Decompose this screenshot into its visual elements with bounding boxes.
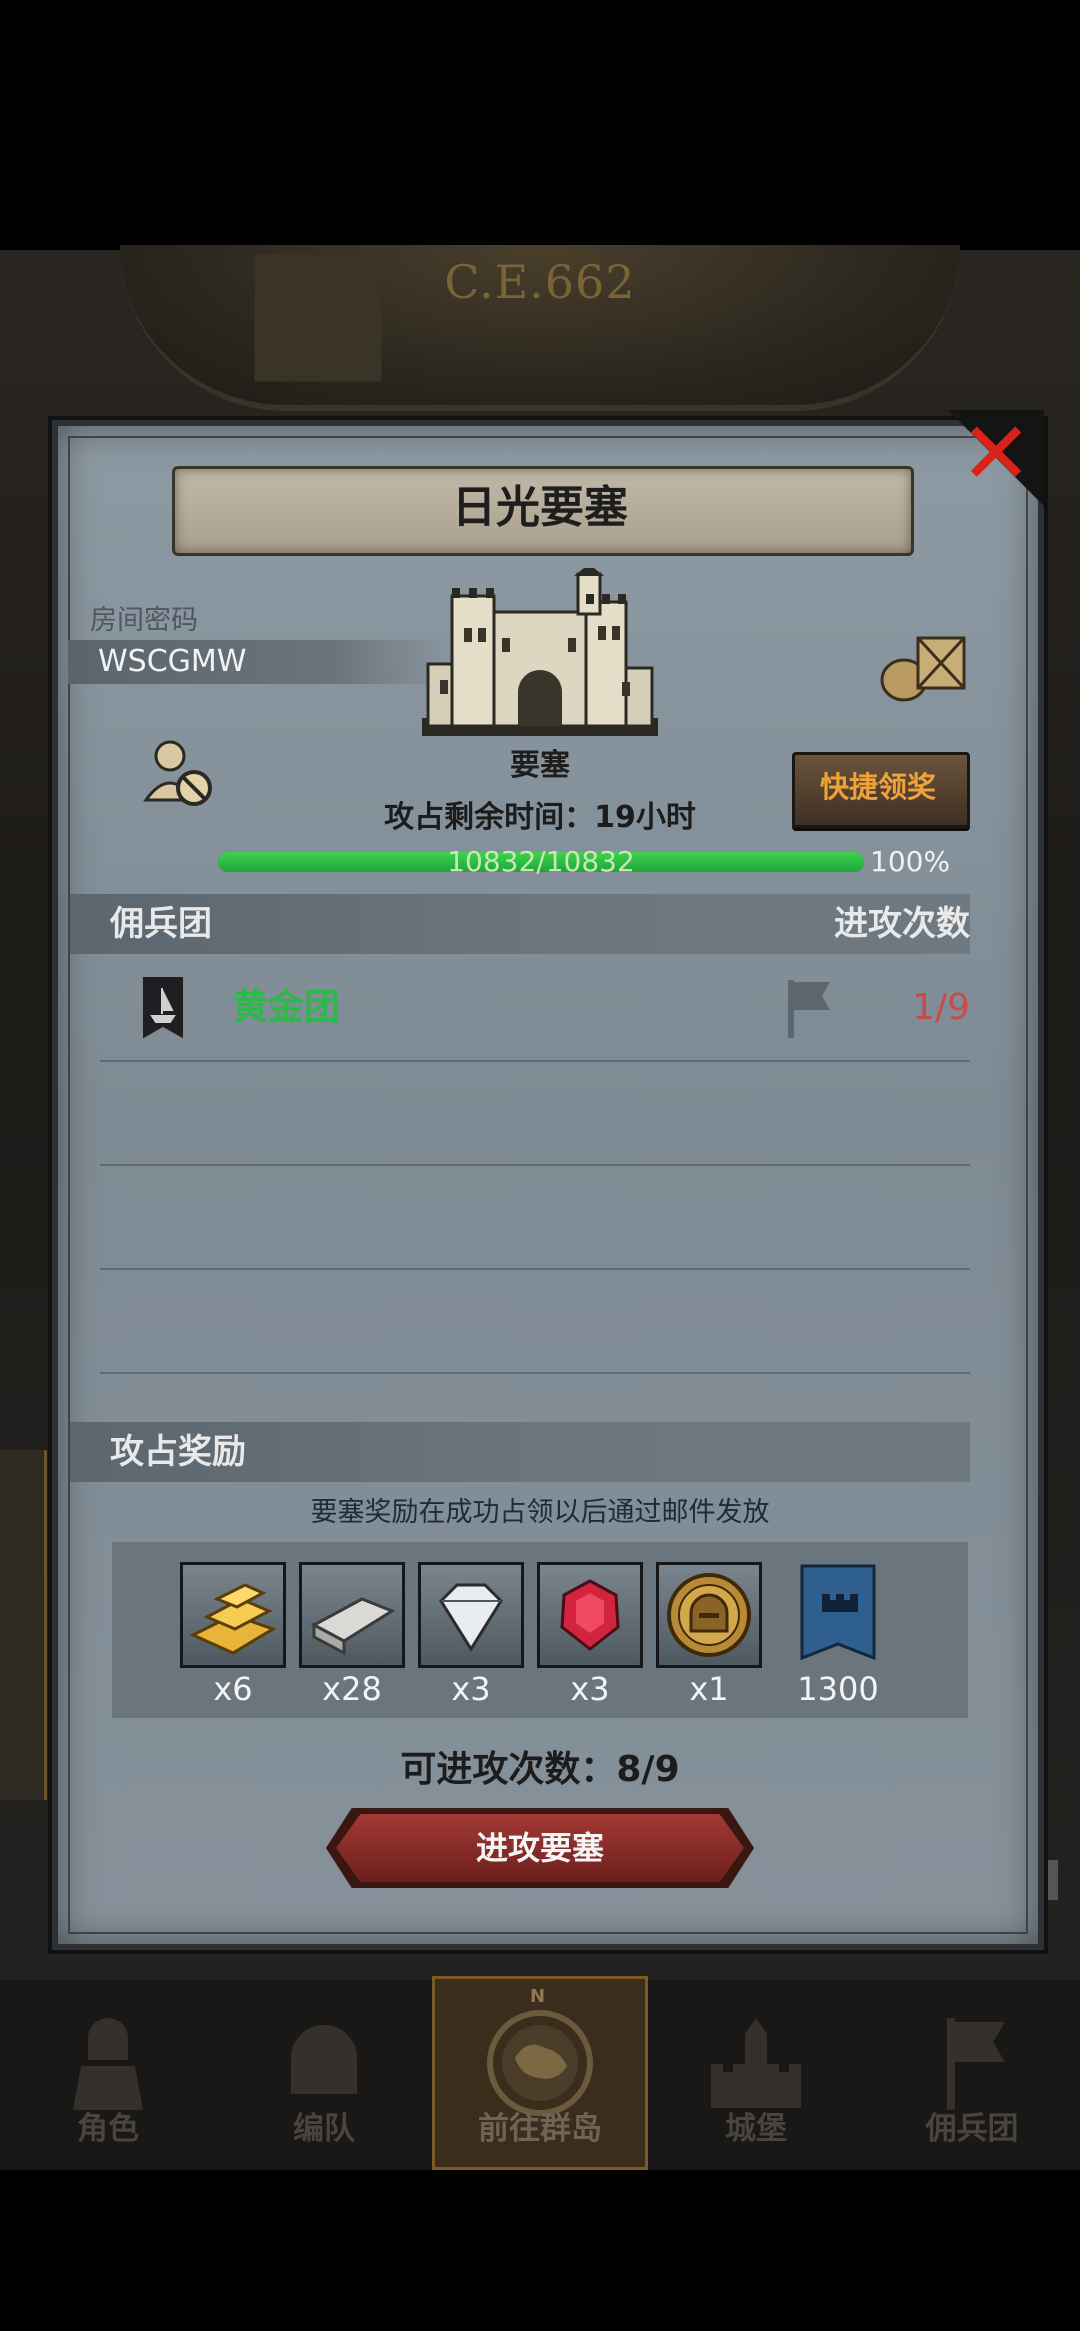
guild-banner-icon	[141, 975, 185, 1042]
room-code-label: 房间密码	[90, 605, 198, 636]
nav-item-castle[interactable]: 城堡	[648, 1980, 864, 2170]
helmet-icon	[291, 2025, 357, 2094]
row-divider	[100, 1372, 970, 1374]
nav-label: 城堡	[725, 2111, 787, 2147]
nav-label: 编队	[293, 2111, 355, 2147]
attacks-remaining: 可进攻次数：8/9	[400, 1749, 680, 1790]
diamond-icon	[439, 1583, 503, 1652]
nav-label: 角色	[77, 2111, 139, 2147]
reward-slot-medal[interactable]	[656, 1562, 762, 1668]
reward-qty: 1300	[797, 1670, 879, 1708]
castle-icon	[711, 2018, 801, 2108]
capture-progress-text: 10832/10832	[447, 845, 635, 878]
attack-count-header: 进攻次数	[834, 904, 970, 944]
row-divider	[100, 1268, 970, 1270]
knight-icon	[73, 2018, 143, 2110]
fortress-label: 要塞	[510, 748, 570, 783]
reward-slot-banner[interactable]	[778, 1562, 898, 1668]
nav-item-character[interactable]: 角色	[0, 1980, 216, 2170]
capture-progress-percent: 100%	[870, 845, 951, 878]
flag-icon	[788, 980, 830, 1038]
reward-qty: x6	[213, 1670, 253, 1708]
reward-qty: x3	[570, 1670, 610, 1708]
rewards-note: 要塞奖励在成功占领以后通过邮件发放	[310, 1497, 770, 1528]
row-divider	[100, 1060, 970, 1062]
nav-item-formation[interactable]: 编队	[216, 1980, 432, 2170]
row-divider	[100, 1164, 970, 1166]
nav-item-archipelago[interactable]: 前往群岛	[432, 1980, 648, 2170]
reward-slot-silver[interactable]	[299, 1562, 405, 1668]
attack-fortress-label[interactable]: 进攻要塞	[326, 1808, 754, 1888]
castle-banner-icon	[800, 1564, 876, 1661]
reward-qty: x28	[322, 1670, 382, 1708]
rewards-header: 攻占奖励	[110, 1432, 246, 1472]
room-code-value[interactable]: WSCGMW	[98, 640, 246, 684]
nav-label: 佣兵团	[925, 2111, 1019, 2147]
reward-slot-diamond[interactable]	[418, 1562, 524, 1668]
reward-qty: x3	[451, 1670, 491, 1708]
nav-label: 前往群岛	[478, 2111, 602, 2147]
reward-slot-gold[interactable]	[180, 1562, 286, 1668]
close-icon[interactable]: ✕	[960, 411, 1032, 497]
left-side-panel-handle[interactable]	[0, 1450, 47, 1800]
nav-item-mercenary[interactable]: 佣兵团	[864, 1980, 1080, 2170]
silver-bar-icon	[310, 1597, 396, 1656]
compass-map-icon	[487, 2010, 593, 2116]
reward-slot-ruby[interactable]	[537, 1562, 643, 1668]
quick-claim-label[interactable]: 快捷领奖	[792, 752, 964, 822]
capture-time-remaining: 攻占剩余时间：19小时	[384, 800, 696, 835]
flag-icon	[947, 2018, 1005, 2110]
mercenary-header: 佣兵团	[110, 904, 212, 944]
mercenary-attack-count: 1/9	[912, 987, 970, 1028]
era-label: C.E.662	[444, 255, 636, 309]
helmet-medal-icon	[667, 1573, 751, 1657]
ruby-icon	[560, 1579, 620, 1651]
reward-qty: x1	[689, 1670, 729, 1708]
gold-bar-icon	[189, 1583, 277, 1655]
fortress-icon	[422, 568, 658, 736]
dialog-title: 日光要塞	[452, 482, 628, 533]
supply-crate-icon[interactable]	[878, 630, 968, 702]
no-player-icon[interactable]	[142, 738, 218, 810]
mercenary-name: 黄金团	[232, 987, 341, 1028]
